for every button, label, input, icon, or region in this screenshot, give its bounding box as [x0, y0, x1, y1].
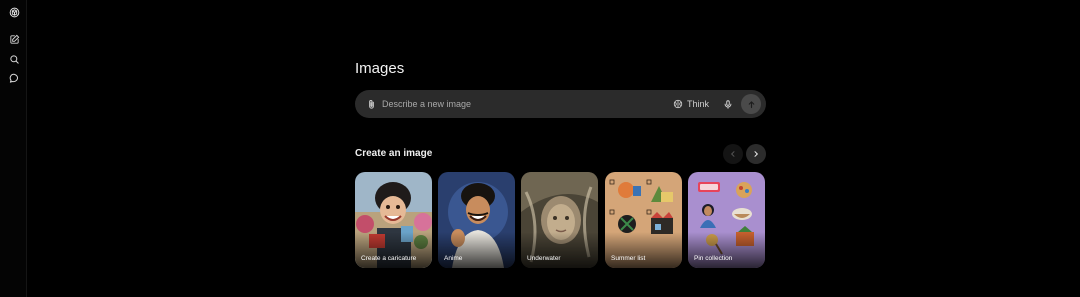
card-label: Anime — [444, 255, 463, 262]
attach-icon[interactable] — [363, 96, 379, 112]
page-title: Images — [355, 60, 405, 77]
card-shade — [605, 232, 682, 268]
carousel-next-button[interactable] — [746, 144, 766, 164]
template-card-pin-collection[interactable]: Pin collection — [688, 172, 765, 268]
template-card-caricature[interactable]: Create a caricature — [355, 172, 432, 268]
openai-logo-icon[interactable] — [6, 4, 22, 20]
card-shade — [438, 232, 515, 268]
chats-icon[interactable] — [6, 70, 22, 86]
new-chat-icon[interactable] — [6, 31, 22, 47]
carousel-prev-button[interactable] — [723, 144, 743, 164]
create-image-heading: Create an image — [355, 148, 433, 159]
card-label: Summer list — [611, 255, 646, 262]
card-label: Underwater — [527, 255, 561, 262]
microphone-icon[interactable] — [721, 96, 735, 112]
think-button[interactable]: Think — [673, 96, 709, 112]
card-shade — [688, 232, 765, 268]
image-prompt-composer: Think — [355, 90, 766, 118]
send-button[interactable] — [741, 94, 761, 114]
search-icon[interactable] — [6, 51, 22, 67]
sidebar-rail — [0, 0, 27, 297]
think-label: Think — [687, 99, 710, 109]
template-card-anime[interactable]: Anime — [438, 172, 515, 268]
template-card-summer-list[interactable]: Summer list — [605, 172, 682, 268]
image-prompt-input[interactable] — [382, 96, 662, 112]
card-label: Create a caricature — [361, 255, 417, 262]
card-shade — [521, 232, 598, 268]
template-card-underwater[interactable]: Underwater — [521, 172, 598, 268]
card-label: Pin collection — [694, 255, 733, 262]
card-shade — [355, 232, 432, 268]
